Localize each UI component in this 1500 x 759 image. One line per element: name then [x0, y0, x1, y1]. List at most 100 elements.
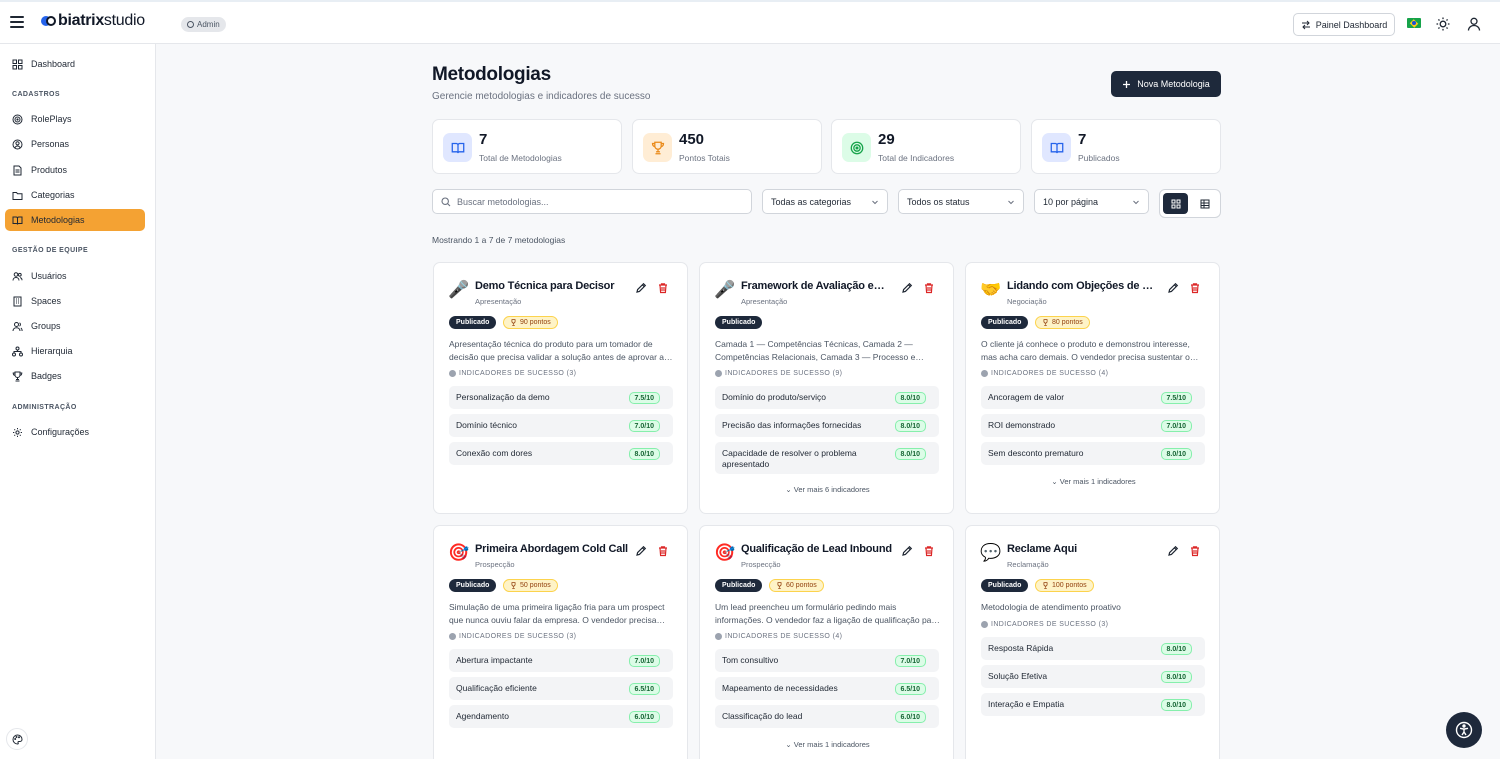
- accessibility-icon: [1455, 721, 1473, 739]
- file-icon: [13, 165, 22, 175]
- pencil-icon[interactable]: [1166, 544, 1180, 558]
- sidebar-item-produtos[interactable]: Produtos: [5, 159, 145, 181]
- sidebar-item-metodologias[interactable]: Metodologias: [5, 209, 145, 231]
- methodology-card[interactable]: 🎤 Demo Técnica para Decisor Apresentação…: [433, 262, 688, 514]
- methodology-card[interactable]: 💬 Reclame Aqui Reclamação Publicado 100 …: [965, 525, 1220, 759]
- menu-icon[interactable]: [10, 16, 24, 28]
- indicator-row: Personalização da demo 7.5/10: [449, 386, 673, 409]
- ver-mais-link[interactable]: ⌄ Ver mais 1 indicadores: [966, 477, 1219, 486]
- trash-icon[interactable]: [922, 544, 936, 558]
- pencil-icon[interactable]: [634, 281, 648, 295]
- card-title[interactable]: Primeira Abordagem Cold Call: [475, 543, 628, 555]
- category-select[interactable]: Todas as categorias: [762, 189, 888, 214]
- indicator-name: Interação e Empatia: [988, 699, 1065, 709]
- sidebar-item-label: Metodologias: [31, 215, 85, 225]
- status-badge: Publicado: [715, 316, 763, 329]
- painel-dashboard-label: Painel Dashboard: [1315, 19, 1388, 30]
- trash-icon[interactable]: [1188, 281, 1202, 295]
- indicator-row: Classificação do lead 6.0/10: [715, 705, 939, 728]
- indicators-heading-label: INDICADORES DE SUCESSO (9): [725, 370, 843, 377]
- sidebar-item-categorias[interactable]: Categorias: [5, 184, 145, 206]
- trash-icon[interactable]: [922, 281, 936, 295]
- card-title[interactable]: Lidando com Objeções de Preço: [1007, 280, 1160, 292]
- nova-metodologia-button[interactable]: Nova Metodologia: [1111, 71, 1221, 97]
- pencil-icon[interactable]: [634, 544, 648, 558]
- sidebar-item-configuracoes[interactable]: Configurações: [5, 421, 145, 443]
- card-title[interactable]: Framework de Avaliação em Camadas: [741, 280, 894, 292]
- indicator-row: Tom consultivo 7.0/10: [715, 649, 939, 672]
- card-category: Reclamação: [1007, 560, 1049, 569]
- trash-icon[interactable]: [656, 281, 670, 295]
- indicators-heading-label: INDICADORES DE SUCESSO (3): [459, 633, 577, 640]
- pencil-icon[interactable]: [1166, 281, 1180, 295]
- section-administracao: ADMINISTRAÇÃO: [12, 404, 77, 411]
- pencil-icon[interactable]: [900, 281, 914, 295]
- search-box[interactable]: [432, 189, 752, 214]
- users-icon: [12, 271, 23, 281]
- section-gestao: GESTÃO DE EQUIPE: [12, 247, 89, 254]
- card-title[interactable]: Qualificação de Lead Inbound: [741, 543, 894, 555]
- indicators-heading: INDICADORES DE SUCESSO (9): [715, 370, 842, 377]
- indicator-name: Precisão das informações fornecidas: [722, 420, 862, 430]
- status-select[interactable]: Todos os status: [898, 189, 1024, 214]
- sun-icon[interactable]: [1435, 16, 1451, 32]
- card-description: Simulação de uma primeira ligação fria p…: [449, 602, 665, 625]
- trophy-icon: [1043, 319, 1048, 326]
- role-badge: Admin: [181, 17, 226, 32]
- card-description: Metodologia de atendimento proativo: [981, 602, 1121, 612]
- card-category: Apresentação: [475, 297, 522, 306]
- pencil-icon[interactable]: [900, 544, 914, 558]
- trash-icon[interactable]: [1188, 544, 1202, 558]
- indicator-name: Ancoragem de valor: [988, 392, 1065, 402]
- sidebar-item-label: Categorias: [31, 190, 75, 200]
- sidebar-item-groups[interactable]: Groups: [5, 315, 145, 337]
- microphone-icon: 🎤: [714, 280, 736, 299]
- sidebar-item-label: Groups: [31, 321, 61, 331]
- sidebar-item-dashboard[interactable]: Dashboard: [5, 53, 145, 75]
- indicator-row: Solução Efetiva 8.0/10: [981, 665, 1205, 688]
- user-group-icon: [12, 321, 23, 331]
- table-icon: [1200, 199, 1209, 208]
- logo[interactable]: biatrix studio: [41, 12, 145, 30]
- sidebar-item-label: RolePlays: [31, 114, 72, 124]
- ver-mais-link[interactable]: ⌄ Ver mais 6 indicadores: [700, 485, 953, 494]
- brazil-flag-icon[interactable]: [1407, 18, 1421, 28]
- sidebar-item-usuarios[interactable]: Usuários: [5, 265, 145, 287]
- indicator-score: 6.0/10: [628, 711, 660, 723]
- grid-view-button[interactable]: [1163, 193, 1188, 214]
- methodology-card[interactable]: 🤝 Lidando com Objeções de Preço Negociaç…: [965, 262, 1220, 514]
- per-page-select[interactable]: 10 por página: [1034, 189, 1149, 214]
- per-page-select-value: 10 por página: [1043, 196, 1099, 207]
- ver-mais-link[interactable]: ⌄ Ver mais 1 indicadores: [700, 740, 953, 749]
- user-icon[interactable]: [1466, 16, 1482, 32]
- painel-dashboard-button[interactable]: Painel Dashboard: [1293, 13, 1395, 36]
- table-view-button[interactable]: [1192, 193, 1217, 214]
- sidebar-item-hierarquia[interactable]: Hierarquia: [5, 340, 145, 362]
- stat-value: 450: [679, 131, 705, 148]
- sidebar-item-badges[interactable]: Badges: [5, 365, 145, 387]
- indicator-score: 8.0/10: [1160, 448, 1192, 460]
- logo-main: biatrix: [58, 12, 104, 29]
- card-title[interactable]: Reclame Aqui: [1007, 543, 1160, 555]
- accessibility-button[interactable]: [1446, 712, 1482, 748]
- points-badge: 80 pontos: [1035, 316, 1090, 329]
- palette-button[interactable]: [6, 728, 28, 750]
- indicator-score: 7.0/10: [628, 655, 660, 667]
- search-input[interactable]: [457, 196, 737, 207]
- trash-icon[interactable]: [656, 544, 670, 558]
- target-emoji-icon: 🎯: [714, 543, 736, 562]
- indicator-row: Resposta Rápida 8.0/10: [981, 637, 1205, 660]
- indicator-name: Solução Efetiva: [988, 671, 1048, 681]
- sidebar-item-roleplays[interactable]: RolePlays: [5, 108, 145, 130]
- indicator-row: Domínio técnico 7.0/10: [449, 414, 673, 437]
- indicators-heading-label: INDICADORES DE SUCESSO (3): [991, 621, 1109, 628]
- indicator-score: 8.0/10: [894, 420, 926, 432]
- sidebar-item-spaces[interactable]: Spaces: [5, 290, 145, 312]
- view-toggle: [1159, 189, 1221, 218]
- sidebar-item-personas[interactable]: Personas: [5, 133, 145, 155]
- indicator-row: Qualificação eficiente 6.5/10: [449, 677, 673, 700]
- methodology-card[interactable]: 🎤 Framework de Avaliação em Camadas Apre…: [699, 262, 954, 514]
- methodology-card[interactable]: 🎯 Qualificação de Lead Inbound Prospecçã…: [699, 525, 954, 759]
- card-title[interactable]: Demo Técnica para Decisor: [475, 280, 628, 292]
- methodology-card[interactable]: 🎯 Primeira Abordagem Cold Call Prospecçã…: [433, 525, 688, 759]
